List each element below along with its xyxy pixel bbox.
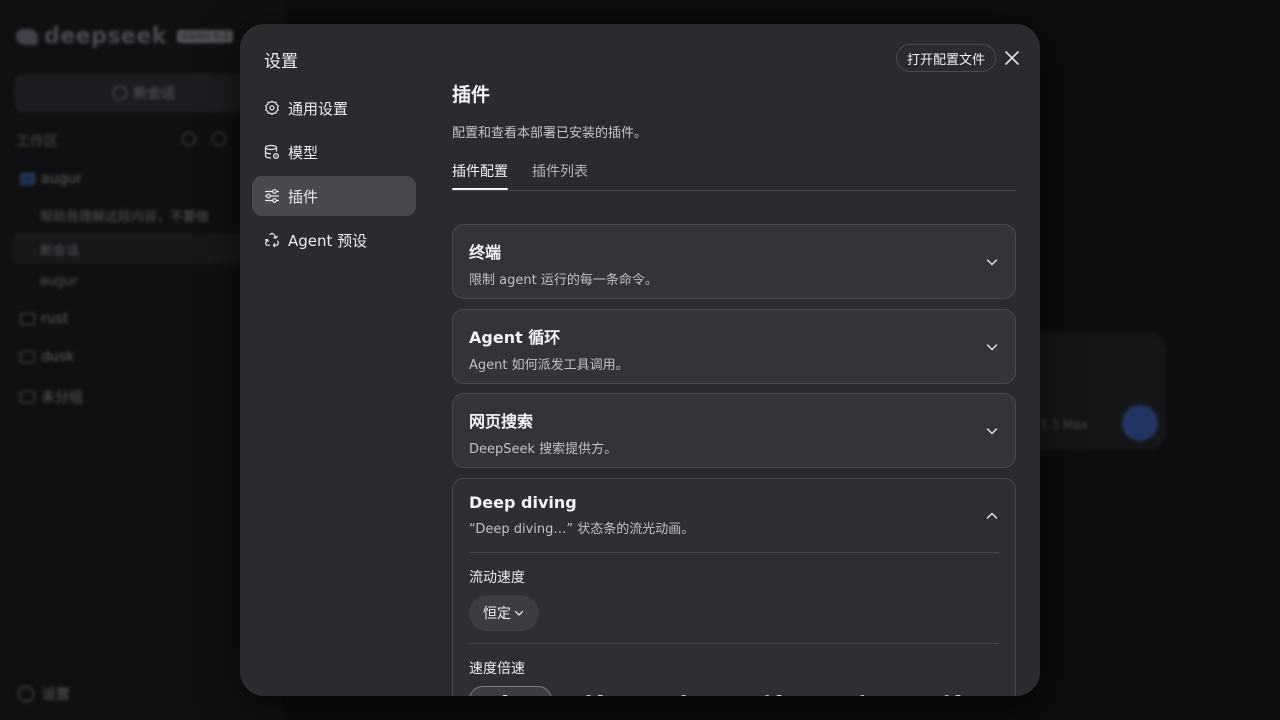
settings-nav: 通用设置 模型 插件 Agent 预设 xyxy=(252,88,416,264)
sidebar-settings: 设置 xyxy=(18,684,70,704)
chevron-down-icon xyxy=(986,344,998,351)
divider xyxy=(469,643,999,644)
section-description: 配置和查看本部署已安装的插件。 xyxy=(452,126,648,141)
recycle-icon xyxy=(264,232,280,248)
tab-plugin-list[interactable]: 插件列表 xyxy=(532,161,588,190)
chevron-down-icon xyxy=(986,259,998,266)
nav-item-label: Agent 预设 xyxy=(288,231,368,250)
plugins-panel: 插件 配置和查看本部署已安装的插件。 插件配置 插件列表 终端 限制 agent… xyxy=(452,80,1016,696)
database-icon xyxy=(264,144,280,160)
nav-item-agent-presets[interactable]: Agent 预设 xyxy=(252,220,416,260)
speed-option[interactable]: 2.5× xyxy=(558,686,641,696)
plugin-card-deep-diving: Deep diving “Deep diving…” 状态条的流光动画。 流动速… xyxy=(452,478,1016,696)
folder-icon xyxy=(20,173,35,185)
gear-icon xyxy=(265,100,279,116)
model-selector: 5.3 Max xyxy=(1040,418,1088,432)
folder-icon xyxy=(20,351,35,363)
plugin-tabs: 插件配置 插件列表 xyxy=(452,161,1016,191)
plugin-title: 网页搜索 xyxy=(469,412,534,431)
folder-label: rust xyxy=(41,311,69,327)
tab-plugin-config[interactable]: 插件配置 xyxy=(452,161,508,190)
search-icon xyxy=(182,132,196,146)
plugin-card-agent-loop: Agent 循环 Agent 如何派发工具调用。 xyxy=(452,309,1016,384)
close-button[interactable] xyxy=(1002,48,1022,68)
workspace-label: 工作区 xyxy=(16,134,58,150)
speed-option[interactable]: 0.5× xyxy=(916,686,999,696)
nav-item-label: 插件 xyxy=(288,187,319,206)
folder-item: 未分组 xyxy=(20,387,83,407)
flow-speed-value: 恒定 xyxy=(483,606,511,622)
plugin-description: “Deep diving…” 状态条的流光动画。 xyxy=(469,522,695,537)
plugin-description: Agent 如何派发工具调用。 xyxy=(469,358,629,373)
speed-option[interactable]: 2× xyxy=(648,686,731,696)
section-title: 插件 xyxy=(452,84,491,106)
plugin-card-header[interactable]: Deep diving “Deep diving…” 状态条的流光动画。 xyxy=(453,479,1015,552)
plugin-card-web-search: 网页搜索 DeepSeek 搜索提供方。 xyxy=(452,393,1016,468)
open-config-button[interactable]: 打开配置文件 xyxy=(896,44,997,72)
sliders-icon xyxy=(265,189,279,203)
speed-multiplier-label: 速度倍速 xyxy=(469,661,525,677)
speed-option[interactable]: 1.5× xyxy=(737,686,820,696)
session-item: 帮助我理解这段内容，不要做 xyxy=(40,210,210,225)
brand-logo: deepseek vision 0.1 xyxy=(16,24,234,49)
session-item: augur xyxy=(40,274,79,289)
sidebar-settings-label: 设置 xyxy=(42,687,70,703)
folder-label: dusk xyxy=(41,349,75,365)
folder-label: 未分组 xyxy=(41,390,83,406)
close-icon xyxy=(1005,51,1019,65)
plugin-card-header[interactable]: Agent 循环 Agent 如何派发工具调用。 xyxy=(453,310,1015,383)
plugin-title: Agent 循环 xyxy=(469,328,561,347)
speed-option[interactable]: 1× xyxy=(827,686,910,696)
edit-icon xyxy=(212,132,226,146)
flow-speed-label: 流动速度 xyxy=(469,570,525,586)
plugin-title: Deep diving xyxy=(469,493,577,512)
new-chat-label: 新会话 xyxy=(133,86,175,102)
plugin-description: 限制 agent 运行的每一条命令。 xyxy=(469,273,658,288)
folder-icon xyxy=(20,313,35,325)
chevron-down-icon xyxy=(986,428,998,435)
brand-badge: vision 0.1 xyxy=(176,30,234,43)
flow-speed-select[interactable]: 恒定 xyxy=(469,595,539,631)
folder-item: augur xyxy=(20,171,82,187)
settings-modal: 设置 打开配置文件 通用设置 模型 插件 Agent 预设 插件 配置和查看本部… xyxy=(240,24,1040,696)
send-button xyxy=(1122,405,1158,441)
folder-label: augur xyxy=(41,171,82,187)
plugin-card-header[interactable]: 终端 限制 agent 运行的每一条命令。 xyxy=(453,225,1015,298)
plugin-title: 终端 xyxy=(469,243,502,262)
new-chat-button: 新会话 xyxy=(14,74,274,112)
folder-icon xyxy=(20,391,35,403)
plugin-card-terminal: 终端 限制 agent 运行的每一条命令。 xyxy=(452,224,1016,299)
speed-multiplier-options: 3× 2.5× 2× 1.5× 1× 0.5× xyxy=(469,686,999,696)
nav-item-model[interactable]: 模型 xyxy=(252,132,416,172)
plus-circle-icon xyxy=(113,86,127,100)
nav-item-plugins[interactable]: 插件 xyxy=(252,176,416,216)
chevron-down-icon xyxy=(514,610,524,616)
whale-icon xyxy=(16,28,38,45)
brand-name: deepseek xyxy=(44,24,167,49)
speed-option[interactable]: 3× xyxy=(469,686,552,696)
workspace-tools xyxy=(182,132,226,146)
chevron-up-icon xyxy=(986,512,998,519)
nav-item-label: 模型 xyxy=(288,143,319,162)
modal-title: 设置 xyxy=(264,52,298,72)
nav-item-label: 通用设置 xyxy=(288,99,349,118)
plugin-card-header[interactable]: 网页搜索 DeepSeek 搜索提供方。 xyxy=(453,394,1015,467)
gear-icon xyxy=(18,686,34,702)
session-item: 新会话 xyxy=(40,244,80,259)
nav-item-general[interactable]: 通用设置 xyxy=(252,88,416,128)
folder-item: dusk xyxy=(20,349,74,365)
plugin-description: DeepSeek 搜索提供方。 xyxy=(469,442,618,457)
divider xyxy=(469,552,999,553)
folder-item: rust xyxy=(20,311,68,327)
